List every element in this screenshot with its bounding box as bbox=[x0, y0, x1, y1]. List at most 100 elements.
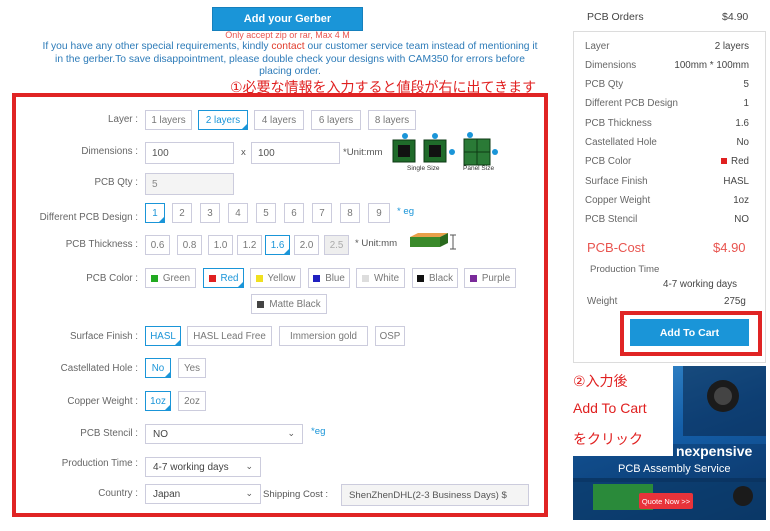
thickness-unit-hint: * Unit:mm bbox=[355, 238, 398, 249]
panel-size-caption: Panel Size bbox=[463, 165, 495, 172]
pcb-thickness-illustration bbox=[410, 233, 456, 250]
color-option-green[interactable]: Green bbox=[145, 268, 196, 288]
pcb-qty-input[interactable]: 5 bbox=[145, 173, 234, 195]
castellated-hole-label: Castellated Hole : bbox=[60, 363, 138, 374]
green-swatch bbox=[150, 274, 158, 282]
thickness-option-0-8[interactable]: 0.8 bbox=[177, 235, 202, 255]
summary-weight-label: Weight bbox=[587, 296, 618, 307]
color-option-matte-black[interactable]: Matte Black bbox=[251, 294, 327, 314]
design-option-1[interactable]: 1 bbox=[145, 203, 165, 223]
color-option-label: Blue bbox=[325, 272, 345, 284]
design-eg-link[interactable]: * eg bbox=[397, 206, 414, 217]
ad-headline: nexpensive bbox=[676, 443, 753, 459]
summary-row: PCB Color Red bbox=[585, 156, 749, 167]
color-option-label: Red bbox=[220, 272, 239, 284]
shipping-cost-label: Shipping Cost : bbox=[263, 489, 329, 500]
chevron-down-icon: ⌄ bbox=[245, 461, 253, 471]
copper-option-2oz[interactable]: 2oz bbox=[178, 391, 206, 411]
special-requirements-note: If you have any other special requiremen… bbox=[40, 41, 540, 79]
thickness-option-2-0[interactable]: 2.0 bbox=[294, 235, 319, 255]
surface-finish-label: Surface Finish : bbox=[69, 331, 138, 342]
finish-option-immersion-gold[interactable]: Immersion gold bbox=[279, 326, 368, 346]
design-option-3[interactable]: 3 bbox=[200, 203, 220, 223]
blue-swatch bbox=[313, 274, 321, 282]
yellow-swatch bbox=[255, 274, 263, 282]
summary-row-label: PCB Thickness bbox=[585, 118, 652, 129]
color-option-label: White bbox=[373, 272, 400, 284]
different-design-label: Different PCB Design : bbox=[39, 212, 138, 223]
design-option-7[interactable]: 7 bbox=[312, 203, 332, 223]
design-option-5[interactable]: 5 bbox=[256, 203, 276, 223]
thickness-option-1-0[interactable]: 1.0 bbox=[208, 235, 233, 255]
design-option-2[interactable]: 2 bbox=[172, 203, 192, 223]
production-time-select[interactable]: 4-7 working days ⌄ bbox=[145, 457, 261, 477]
summary-row: Layer 2 layers bbox=[585, 41, 749, 52]
design-option-8[interactable]: 8 bbox=[340, 203, 360, 223]
add-gerber-button[interactable]: Add your Gerber bbox=[212, 7, 363, 31]
summary-row-label: PCB Color bbox=[585, 156, 632, 167]
info-text-before: If you have any other special requiremen… bbox=[42, 41, 272, 52]
color-option-blue[interactable]: Blue bbox=[308, 268, 350, 288]
summary-row-value: NO bbox=[734, 214, 749, 225]
black-swatch bbox=[417, 274, 425, 282]
color-option-label: Yellow bbox=[267, 272, 296, 284]
pcb-thickness-label: PCB Thickness : bbox=[65, 239, 138, 250]
shipping-cost-field[interactable]: ShenZhenDHL(2-3 Business Days) $ bbox=[341, 484, 529, 506]
color-option-yellow[interactable]: Yellow bbox=[250, 268, 301, 288]
color-option-white[interactable]: White bbox=[356, 268, 405, 288]
finish-option-hasl[interactable]: HASL bbox=[145, 326, 181, 346]
upload-accept-note: Only accept zip or rar, Max 4 M bbox=[225, 30, 350, 40]
color-option-label: Purple bbox=[481, 272, 511, 284]
red-color-swatch bbox=[721, 158, 728, 164]
matte-black-swatch bbox=[257, 300, 265, 308]
layer-option-8[interactable]: 8 layers bbox=[368, 110, 416, 130]
production-time-label: Production Time : bbox=[61, 458, 138, 469]
dimension-x-input[interactable]: 100 bbox=[145, 142, 234, 164]
thickness-option-1-6[interactable]: 1.6 bbox=[265, 235, 290, 255]
color-option-label: Black bbox=[429, 272, 453, 284]
castellated-option-yes[interactable]: Yes bbox=[178, 358, 206, 378]
chevron-down-icon: ⌄ bbox=[245, 488, 253, 498]
annotation-note-2-line3: をクリック bbox=[573, 431, 643, 447]
summary-row-value: 1oz bbox=[733, 195, 749, 206]
summary-color-text: Red bbox=[731, 156, 749, 167]
pcb-orders-total: $4.90 bbox=[722, 11, 749, 23]
thickness-option-1-2[interactable]: 1.2 bbox=[237, 235, 262, 255]
pcb-stencil-select[interactable]: NO ⌄ bbox=[145, 424, 303, 444]
summary-row-label: Layer bbox=[585, 41, 610, 52]
summary-row-label: Different PCB Design bbox=[585, 98, 678, 109]
color-option-purple[interactable]: Purple bbox=[464, 268, 516, 288]
summary-row: Dimensions 100mm * 100mm bbox=[585, 60, 749, 71]
pcb-cost-label: PCB-Cost bbox=[587, 240, 645, 255]
summary-row-label: PCB Qty bbox=[585, 79, 624, 90]
layer-option-1[interactable]: 1 layers bbox=[145, 110, 192, 130]
summary-row-value: 100mm * 100mm bbox=[674, 60, 749, 71]
contact-link[interactable]: contact bbox=[271, 41, 304, 52]
summary-row-value: No bbox=[736, 137, 749, 148]
summary-row-value: HASL bbox=[723, 176, 749, 187]
castellated-option-no[interactable]: No bbox=[145, 358, 171, 378]
production-time-value: 4-7 working days bbox=[153, 461, 229, 473]
layer-option-6[interactable]: 6 layers bbox=[311, 110, 361, 130]
finish-option-hasl-lead-free[interactable]: HASL Lead Free bbox=[187, 326, 272, 346]
layer-option-4[interactable]: 4 layers bbox=[254, 110, 304, 130]
annotation-note-2-line2: Add To Cart bbox=[573, 400, 647, 416]
finish-option-osp[interactable]: OSP bbox=[375, 326, 405, 346]
color-option-black[interactable]: Black bbox=[412, 268, 458, 288]
country-select[interactable]: Japan ⌄ bbox=[145, 484, 261, 504]
thickness-option-0-6[interactable]: 0.6 bbox=[145, 235, 170, 255]
summary-row: Surface Finish HASL bbox=[585, 176, 749, 187]
copper-option-1oz[interactable]: 1oz bbox=[145, 391, 171, 411]
design-option-4[interactable]: 4 bbox=[228, 203, 248, 223]
dimension-y-input[interactable]: 100 bbox=[251, 142, 340, 164]
design-option-6[interactable]: 6 bbox=[284, 203, 304, 223]
layer-option-2[interactable]: 2 layers bbox=[198, 110, 248, 130]
stencil-eg-link[interactable]: *eg bbox=[311, 426, 325, 437]
add-to-cart-button[interactable]: Add To Cart bbox=[630, 319, 749, 346]
country-value: Japan bbox=[153, 488, 181, 500]
summary-row-label: Dimensions bbox=[585, 60, 637, 71]
color-option-red[interactable]: Red bbox=[203, 268, 244, 288]
ad-quote-button[interactable]: Quote Now >> bbox=[639, 493, 693, 509]
summary-row: PCB Stencil NO bbox=[585, 214, 749, 225]
design-option-9[interactable]: 9 bbox=[368, 203, 390, 223]
